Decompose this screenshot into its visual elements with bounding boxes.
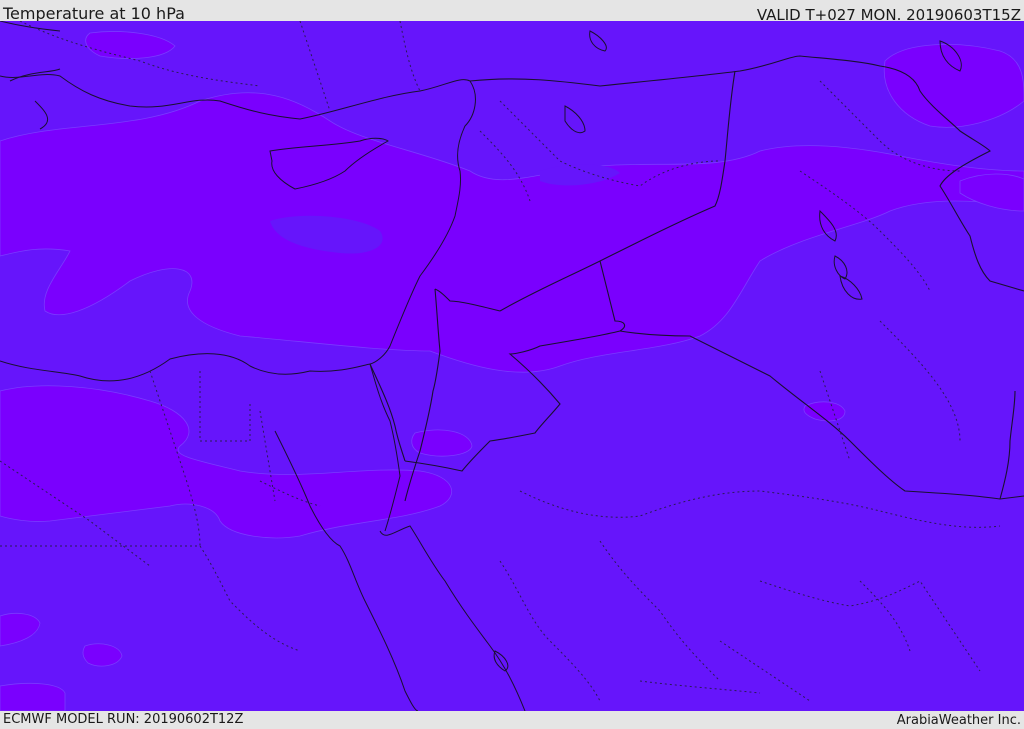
temperature-map[interactable] [0, 21, 1024, 711]
footer-bar: ECMWF MODEL RUN: 20190602T12Z ArabiaWeat… [0, 711, 1024, 729]
model-run-label: ECMWF MODEL RUN: 20190602T12Z [3, 712, 244, 727]
warm-patch-bottom [0, 682, 66, 711]
map-canvas [0, 21, 1024, 711]
header-bar: Temperature at 10 hPa VALID T+027 MON. 2… [0, 0, 1024, 24]
credit-label: ArabiaWeather Inc. [896, 713, 1021, 728]
